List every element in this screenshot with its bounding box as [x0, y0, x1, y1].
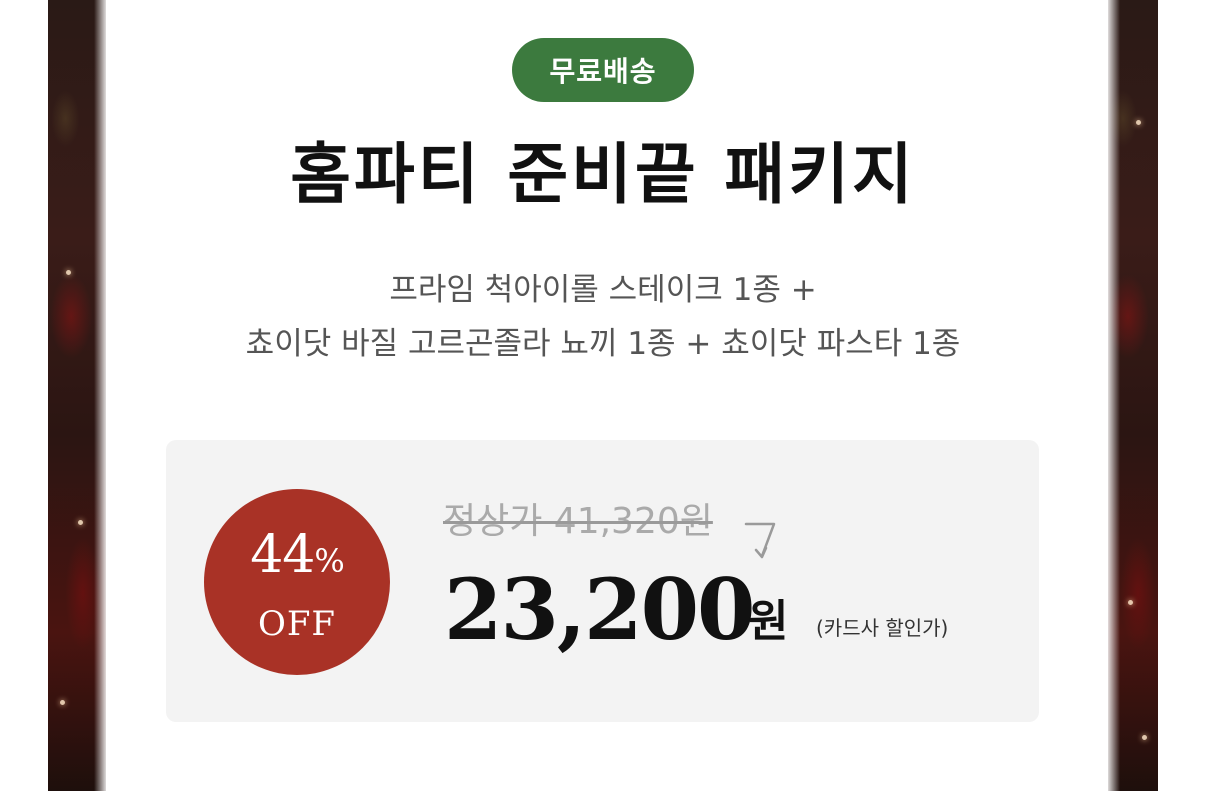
sparkle-icon: [78, 520, 83, 525]
sparkle-icon: [60, 700, 65, 705]
discount-rate-value: 44: [250, 525, 315, 585]
sparkle-icon: [1136, 120, 1141, 125]
currency-unit: 원: [748, 596, 789, 647]
left-decorative-panel: [48, 0, 106, 791]
product-title: 홈파티 준비끝 패키지: [290, 135, 916, 213]
free-shipping-badge: 무료배송: [512, 38, 694, 102]
original-price: 정상가 41,320원: [443, 501, 713, 542]
product-description-line-2: 쵸이닷 바질 고르곤졸라 뇨끼 1종 + 쵸이닷 파스타 1종: [245, 326, 961, 362]
promo-card: 무료배송 홈파티 준비끝 패키지 프라임 척아이롤 스테이크 1종 + 쵸이닷 …: [0, 0, 1206, 791]
arrow-down-right-icon: [744, 522, 776, 559]
discount-percent-sign: %: [314, 542, 344, 580]
right-decorative-panel: [1108, 0, 1158, 791]
product-description-line-1: 프라임 척아이롤 스테이크 1종 +: [389, 272, 817, 308]
discount-off-label: OFF: [257, 604, 337, 644]
sparkle-icon: [1128, 600, 1133, 605]
sale-price: 23,200: [444, 560, 755, 659]
discount-badge: 44% OFF: [204, 489, 390, 675]
discount-rate: 44%: [204, 529, 390, 581]
sparkle-icon: [1142, 735, 1147, 740]
card-discount-note: (카드사 할인가): [816, 616, 949, 640]
